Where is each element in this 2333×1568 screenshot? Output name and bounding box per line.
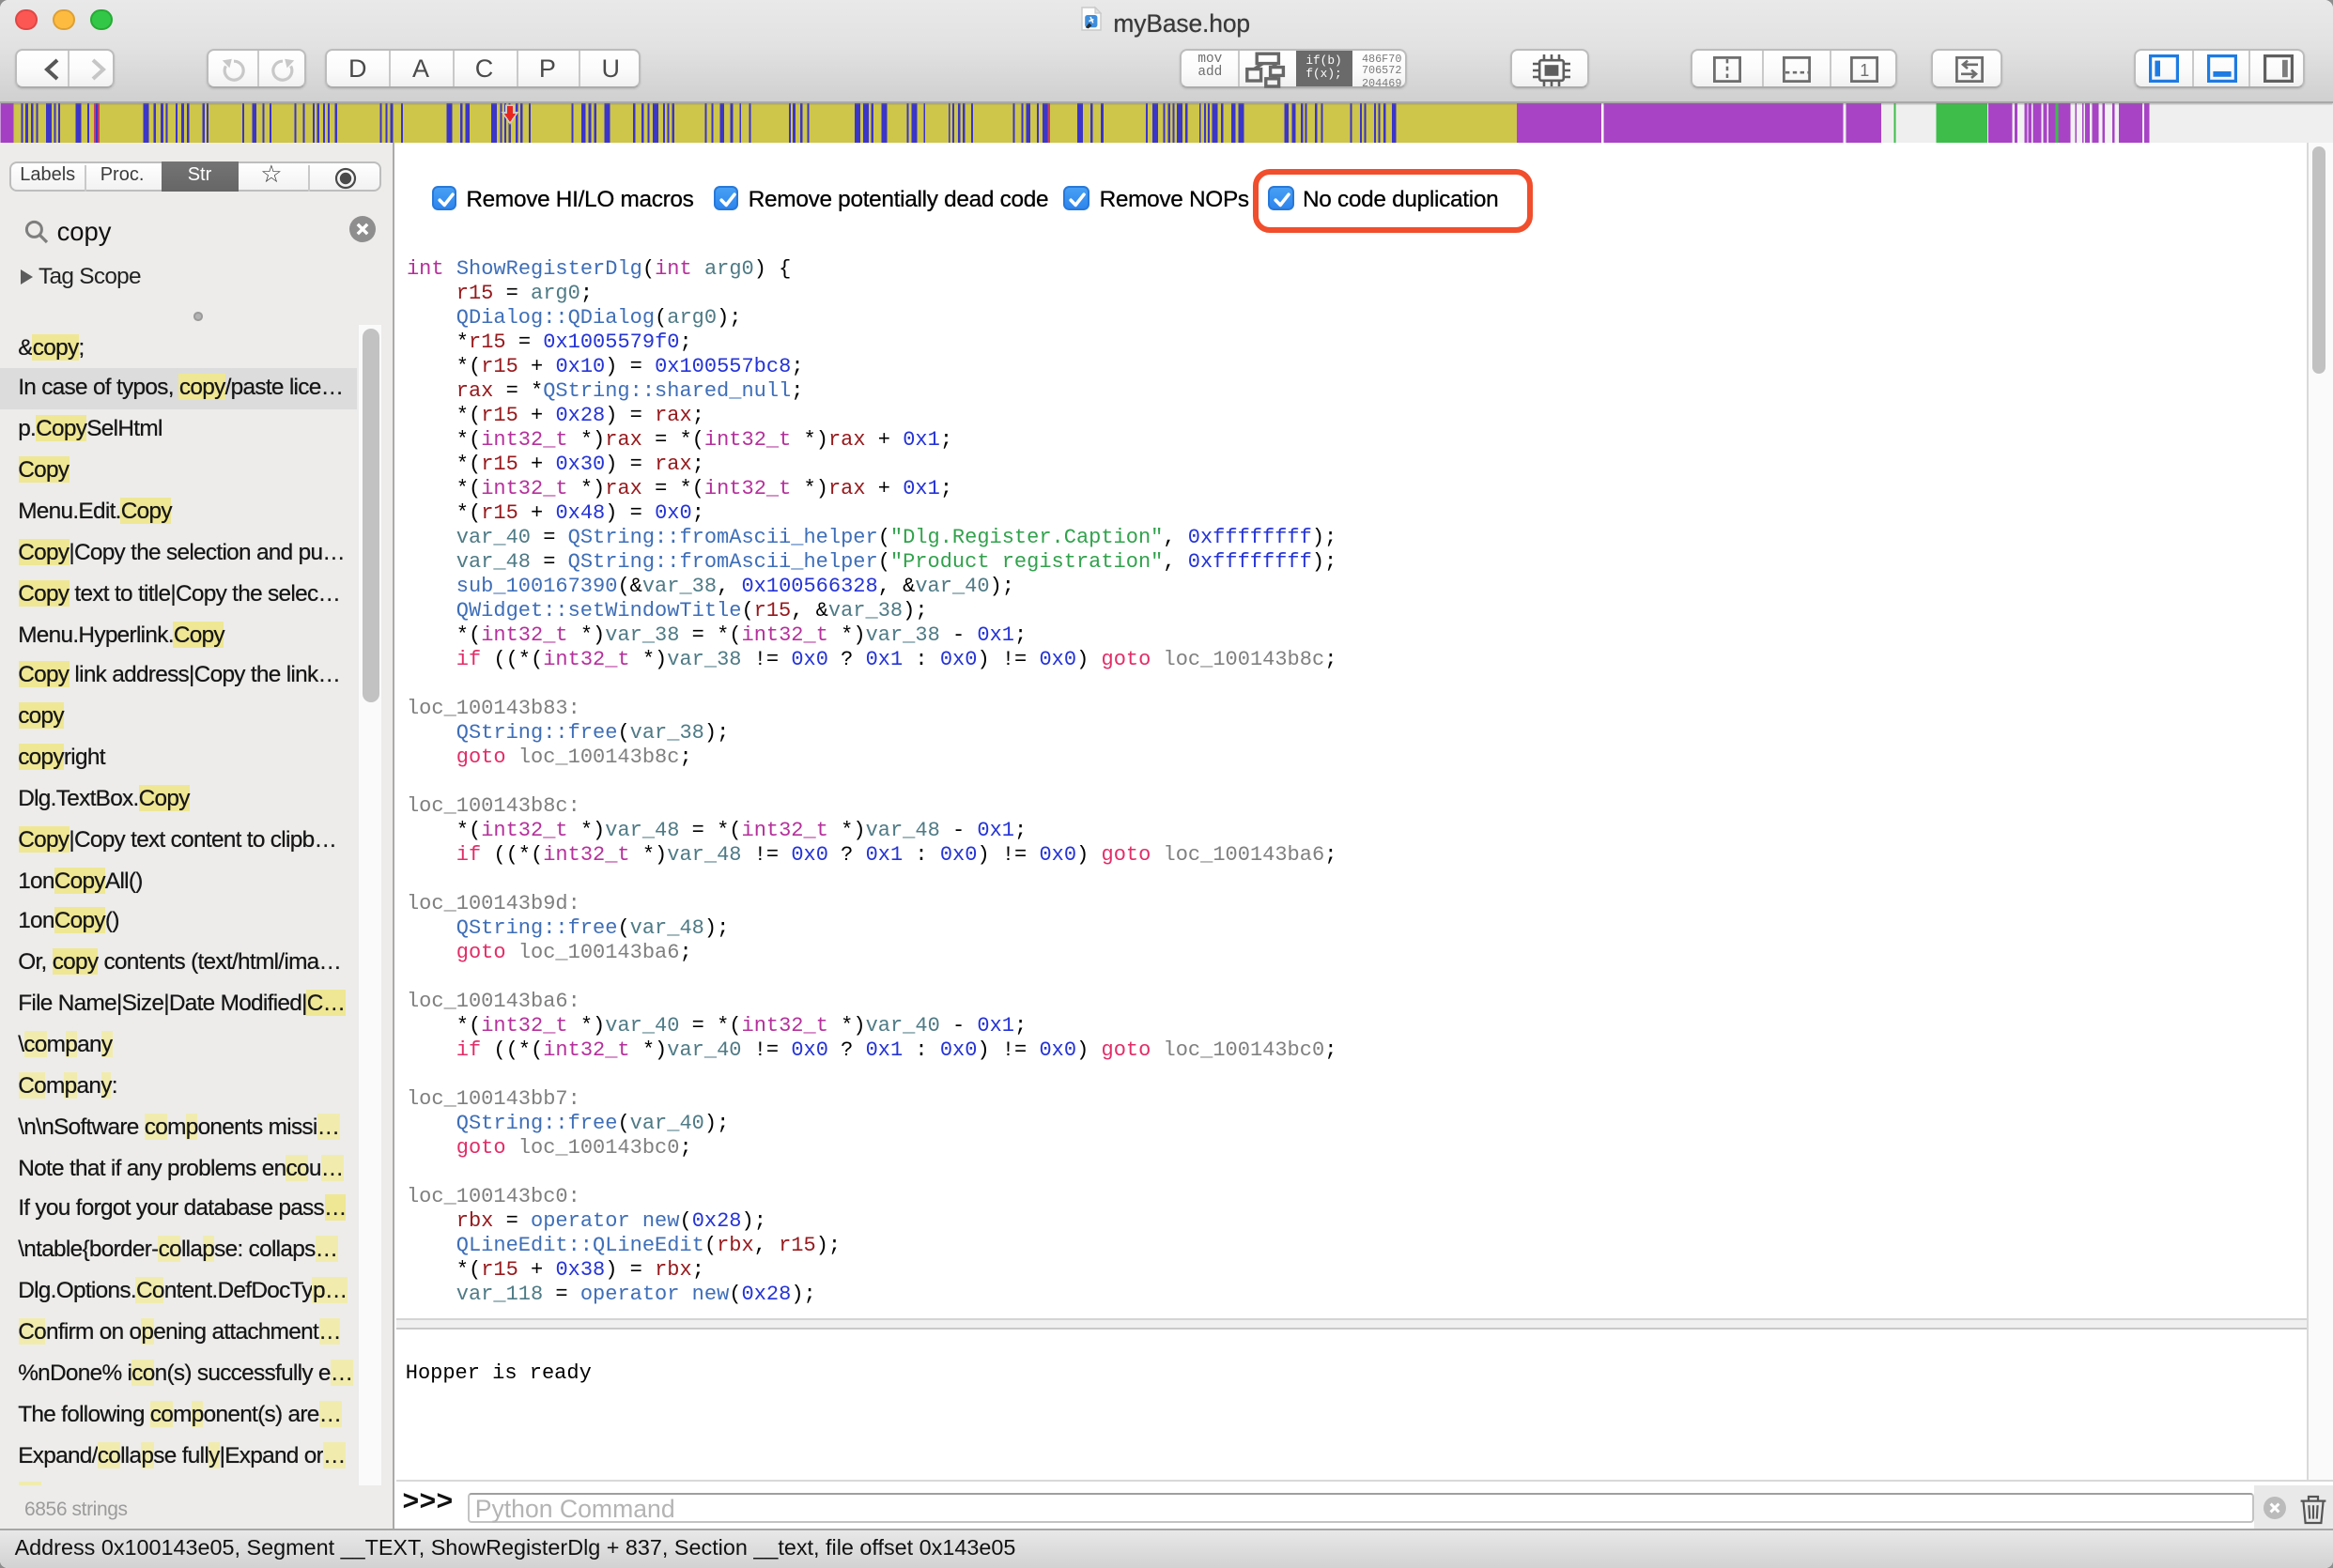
svg-text:1: 1	[1861, 60, 1870, 79]
